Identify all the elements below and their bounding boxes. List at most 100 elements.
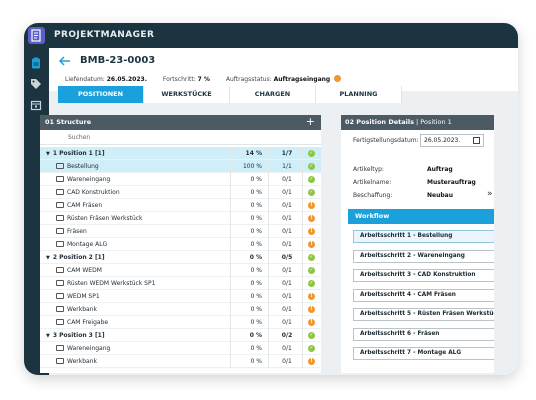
- column-divider: [302, 264, 303, 277]
- clipboard-icon[interactable]: [30, 57, 42, 69]
- step-count: 0/1: [282, 358, 292, 365]
- calendar-picker-icon[interactable]: [473, 137, 480, 144]
- step-count: 0/1: [282, 267, 292, 274]
- workflow-step[interactable]: Arbeitsschritt 1 - Bestellung: [353, 230, 494, 243]
- progress-percent: 100 %: [242, 163, 262, 170]
- tree-group-row[interactable]: ▼ 3 Position 3 [1] 0 % 0/2 ✓: [40, 329, 321, 342]
- tree-item-row[interactable]: Wareneingang 0 % 0/1 ✓: [40, 342, 321, 355]
- progress-percent: 0 %: [250, 293, 262, 300]
- top-bar: PROJEKTMANAGER: [24, 23, 518, 48]
- status-warning-icon: !: [308, 293, 315, 300]
- tree-row-name: CAD Konstruktion: [67, 189, 120, 196]
- column-divider: [230, 303, 231, 316]
- tab-positionen[interactable]: POSITIONEN: [58, 86, 144, 103]
- step-count: 0/1: [282, 280, 292, 287]
- tag-icon[interactable]: [30, 78, 42, 90]
- progress-percent: 0 %: [250, 176, 262, 183]
- delivery-date-label: Liefendatum:: [65, 76, 105, 83]
- tree-row-label: WEDM SP1: [56, 290, 100, 303]
- calendar-icon[interactable]: [30, 99, 42, 111]
- tree-item-row[interactable]: CAD Konstruktion 0 % 0/1 ✓: [40, 186, 321, 199]
- tree-item-row[interactable]: Werkbank 0 % 0/1!: [40, 355, 321, 368]
- tree-group-row[interactable]: ▼ 2 Position 2 [1] 0 % 0/5 ✓: [40, 251, 321, 264]
- progress-percent: 0 %: [250, 280, 262, 287]
- tree-row-name: 3 Position 3 [1]: [52, 332, 105, 339]
- tree-row-name: Rüsten Fräsen Werkstück: [67, 215, 143, 222]
- warning-icon: [334, 75, 342, 82]
- tree-row-label: Fräsen: [56, 225, 87, 238]
- tree-item-row[interactable]: Bestellung 100 % 1/1 ✓: [40, 160, 321, 173]
- folder-icon: [56, 241, 64, 247]
- tree-item-row[interactable]: Fräsen 0 % 0/1!: [40, 225, 321, 238]
- search-input[interactable]: Suchen: [40, 131, 321, 145]
- column-divider: [230, 199, 231, 212]
- record-meta: Liefendatum: 26.05.2023. Fortschritt: 7 …: [65, 75, 342, 83]
- record-id: BMB-23-0003: [80, 55, 156, 66]
- status-warning-icon: !: [308, 202, 315, 209]
- tree-group-row[interactable]: ▼ 1 Position 1 [1] 14 % 1/7 ✓: [40, 147, 321, 160]
- workflow-step[interactable]: Arbeitsschritt 5 - Rüsten Fräsen Werkstü…: [353, 308, 494, 321]
- workflow-step[interactable]: Arbeitsschritt 6 - Fräsen: [353, 327, 494, 341]
- column-divider: [230, 290, 231, 303]
- folder-icon: [56, 189, 64, 195]
- workflow-step[interactable]: Arbeitsschritt 7 - Montage ALG: [353, 347, 494, 360]
- app-logo[interactable]: [28, 27, 45, 44]
- tree-item-row[interactable]: Montage ALG 0 % 0/1!: [40, 238, 321, 251]
- progress-percent: 0 %: [250, 202, 262, 209]
- workflow-step[interactable]: Arbeitsschritt 2 - Wareneingang: [353, 249, 494, 263]
- tree-item-row[interactable]: CAM WEDM 0 % 0/1 ✓: [40, 264, 321, 277]
- folder-icon: [56, 228, 64, 234]
- folder-icon: [56, 293, 64, 299]
- tab-planning[interactable]: PLANNING: [316, 86, 402, 103]
- column-divider: [302, 303, 303, 316]
- folder-icon: [56, 306, 64, 312]
- status-ok-icon: ✓: [308, 345, 315, 352]
- column-divider: [268, 355, 269, 368]
- step-count: 0/1: [282, 306, 292, 313]
- progress-percent: 0 %: [250, 189, 262, 196]
- tree-row-name: 2 Position 2 [1]: [52, 254, 105, 261]
- tab-werkstuecke[interactable]: WERKSTÜCKE: [144, 86, 230, 103]
- tree-row-name: CAM Fräsen: [67, 202, 103, 209]
- column-divider: [302, 355, 303, 368]
- completion-date-field[interactable]: 26.05.2023.: [420, 134, 484, 147]
- details-subtitle: Position 1: [420, 118, 452, 126]
- status-ok-icon: ✓: [308, 332, 315, 339]
- column-divider: [268, 264, 269, 277]
- column-divider: [230, 225, 231, 238]
- tree-row-name: CAM Freigabe: [67, 319, 109, 326]
- column-divider: [268, 147, 269, 160]
- column-divider: [268, 225, 269, 238]
- add-position-button[interactable]: +: [306, 114, 315, 129]
- tree-item-row[interactable]: Werkbank 0 % 0/1!: [40, 303, 321, 316]
- tree-item-row[interactable]: Rüsten WEDM Werkstück SP1 0 % 0/1 ✓: [40, 277, 321, 290]
- tree-row-label: ▼ 2 Position 2 [1]: [46, 251, 105, 265]
- tree-row-name: Montage ALG: [67, 241, 108, 248]
- step-count: 1/7: [281, 150, 293, 157]
- workflow-step[interactable]: Arbeitsschritt 3 - CAD Konstruktion: [353, 269, 494, 282]
- folder-icon: [56, 176, 64, 182]
- back-arrow-icon[interactable]: [58, 56, 71, 66]
- column-divider: [302, 212, 303, 225]
- field-value: Auftrag: [427, 166, 453, 173]
- column-divider: [268, 290, 269, 303]
- app-title: PROJEKTMANAGER: [54, 30, 155, 40]
- tree-item-row[interactable]: CAM Fräsen 0 % 0/1!: [40, 199, 321, 212]
- tree-item-row[interactable]: Wareneingang 0 % 0/1 ✓: [40, 173, 321, 186]
- tree-item-row[interactable]: WEDM SP1 0 % 0/1!: [40, 290, 321, 303]
- column-divider: [268, 277, 269, 290]
- column-divider: [268, 173, 269, 186]
- workflow-step[interactable]: Arbeitsschritt 4 - CAM Fräsen: [353, 288, 494, 302]
- step-count: 0/5: [281, 254, 293, 261]
- tree-row-name: Bestellung: [67, 163, 99, 170]
- tree-item-row[interactable]: Rüsten Fräsen Werkstück 0 % 0/1!: [40, 212, 321, 225]
- step-count: 0/1: [282, 241, 292, 248]
- expand-chevron-icon[interactable]: »: [487, 189, 493, 199]
- tree-row-name: Werkbank: [67, 306, 97, 313]
- tree-row-name: Rüsten WEDM Werkstück SP1: [67, 280, 156, 287]
- tab-chargen[interactable]: CHARGEN: [230, 86, 316, 103]
- progress-percent: 0 %: [250, 345, 262, 352]
- tree-item-row[interactable]: CAM Freigabe 0 % 0/1!: [40, 316, 321, 329]
- step-count: 0/1: [282, 293, 292, 300]
- progress-percent: 0 %: [250, 267, 262, 274]
